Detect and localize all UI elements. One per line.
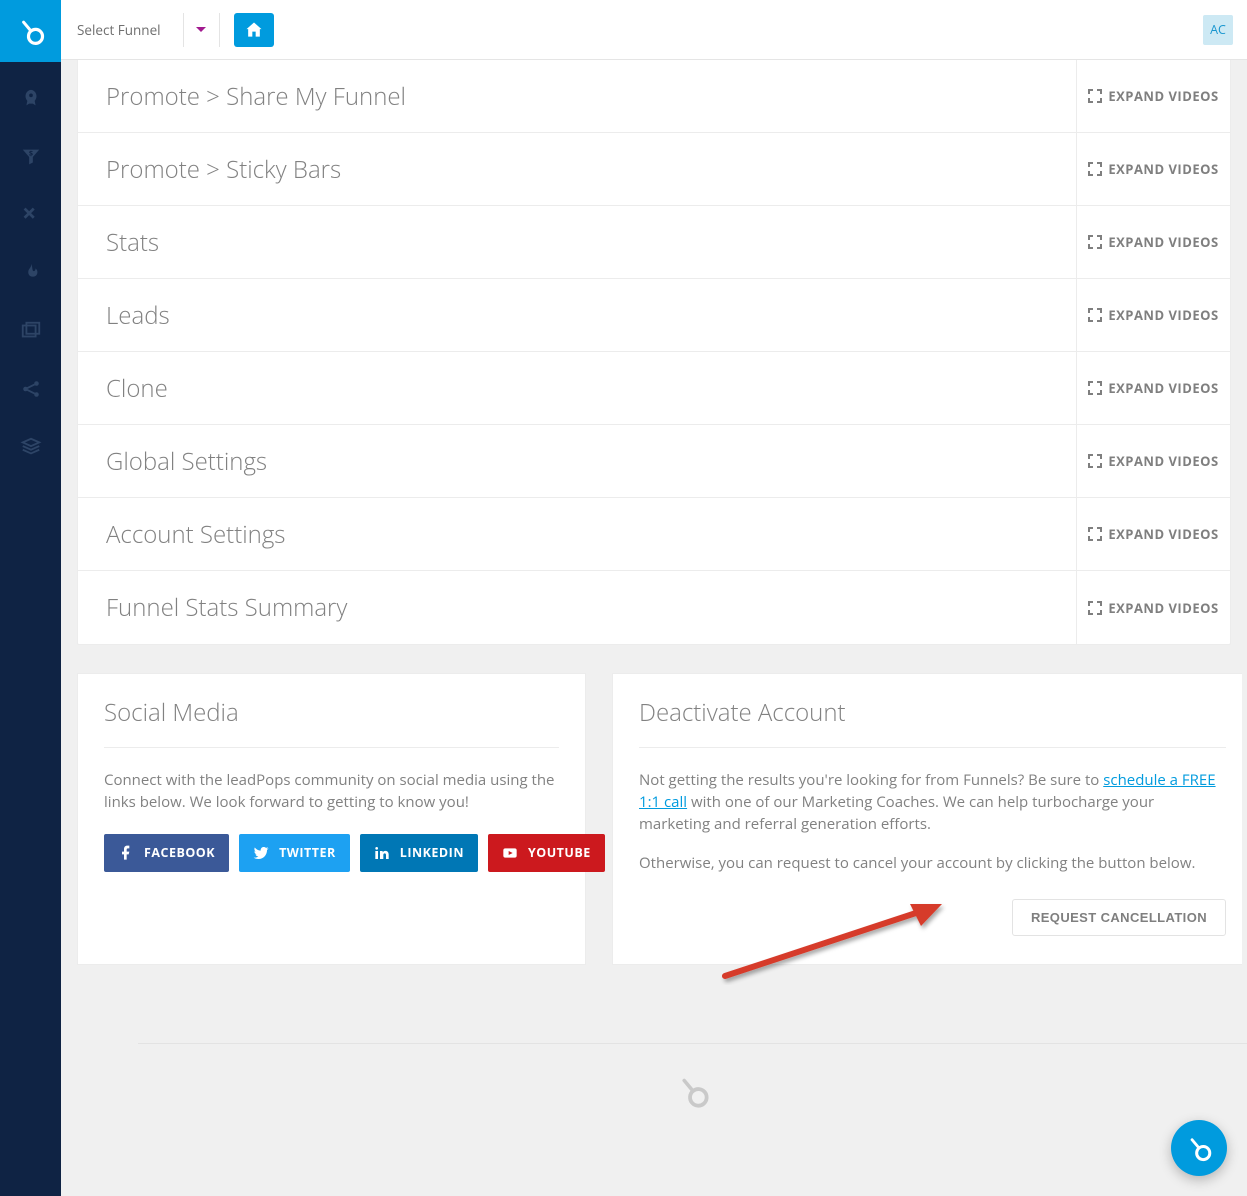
expand-label: EXPAND VIDEOS bbox=[1108, 160, 1218, 178]
expand-icon bbox=[1088, 527, 1102, 541]
home-button[interactable] bbox=[234, 13, 274, 47]
main-content: Promote > Share My Funnel EXPAND VIDEOS … bbox=[61, 60, 1247, 1196]
accordion-title[interactable]: Global Settings bbox=[78, 445, 1076, 478]
button-label: TWITTER bbox=[279, 844, 336, 861]
expand-videos-button[interactable]: EXPAND VIDEOS bbox=[1076, 133, 1230, 205]
expand-icon bbox=[1088, 381, 1102, 395]
card-body: Connect with the leadPops community on s… bbox=[104, 770, 559, 814]
expand-icon bbox=[1088, 454, 1102, 468]
layers-icon[interactable] bbox=[19, 435, 43, 459]
card-heading: Deactivate Account bbox=[639, 696, 1226, 748]
sidebar-nav: $ bbox=[19, 87, 43, 459]
expand-icon bbox=[1088, 89, 1102, 103]
accordion-row: Global Settings EXPAND VIDEOS bbox=[78, 425, 1230, 498]
card-paragraph-1: Not getting the results you're looking f… bbox=[639, 770, 1226, 835]
help-chat-fab[interactable] bbox=[1171, 1120, 1227, 1176]
accordion-row: Funnel Stats Summary EXPAND VIDEOS bbox=[78, 571, 1230, 644]
text-tail: with one of our Marketing Coaches. We ca… bbox=[639, 792, 1154, 834]
left-sidebar: $ bbox=[0, 0, 61, 1196]
twitter-button[interactable]: TWITTER bbox=[239, 834, 350, 872]
expand-icon bbox=[1088, 601, 1102, 615]
linkedin-icon bbox=[374, 845, 390, 861]
expand-videos-button[interactable]: EXPAND VIDEOS bbox=[1076, 498, 1230, 570]
home-icon bbox=[244, 20, 264, 40]
expand-icon bbox=[1088, 235, 1102, 249]
top-bar: Select Funnel AC bbox=[61, 0, 1247, 60]
card-paragraph-2: Otherwise, you can request to cancel you… bbox=[639, 853, 1226, 875]
text-lead: Not getting the results you're looking f… bbox=[639, 770, 1103, 790]
expand-videos-button[interactable]: EXPAND VIDEOS bbox=[1076, 206, 1230, 278]
footer-logo bbox=[674, 1072, 712, 1115]
rocket-icon[interactable] bbox=[19, 87, 43, 111]
expand-icon bbox=[1088, 308, 1102, 322]
windows-icon[interactable] bbox=[19, 319, 43, 343]
expand-label: EXPAND VIDEOS bbox=[1108, 233, 1218, 251]
button-label: FACEBOOK bbox=[144, 844, 215, 861]
button-label: LINKEDIN bbox=[400, 844, 464, 861]
puzzle-icon[interactable] bbox=[19, 203, 43, 227]
social-media-card: Social Media Connect with the leadPops c… bbox=[77, 673, 586, 965]
request-cancellation-button[interactable]: REQUEST CANCELLATION bbox=[1012, 899, 1226, 936]
accordion-title[interactable]: Leads bbox=[78, 299, 1076, 332]
twitter-icon bbox=[253, 845, 269, 861]
expand-icon bbox=[1088, 162, 1102, 176]
expand-label: EXPAND VIDEOS bbox=[1108, 87, 1218, 105]
video-accordion: Promote > Share My Funnel EXPAND VIDEOS … bbox=[77, 60, 1231, 645]
page-footer bbox=[138, 1043, 1247, 1143]
share-icon[interactable] bbox=[19, 377, 43, 401]
bottom-cards: Social Media Connect with the leadPops c… bbox=[77, 673, 1247, 965]
accordion-title[interactable]: Promote > Sticky Bars bbox=[78, 153, 1076, 186]
help-icon bbox=[1184, 1133, 1214, 1163]
expand-videos-button[interactable]: EXPAND VIDEOS bbox=[1076, 279, 1230, 351]
expand-label: EXPAND VIDEOS bbox=[1108, 379, 1218, 397]
expand-label: EXPAND VIDEOS bbox=[1108, 452, 1218, 470]
accordion-title[interactable]: Funnel Stats Summary bbox=[78, 591, 1076, 624]
accordion-row: Leads EXPAND VIDEOS bbox=[78, 279, 1230, 352]
expand-label: EXPAND VIDEOS bbox=[1108, 525, 1218, 543]
accordion-row: Clone EXPAND VIDEOS bbox=[78, 352, 1230, 425]
linkedin-button[interactable]: LINKEDIN bbox=[360, 834, 478, 872]
expand-videos-button[interactable]: EXPAND VIDEOS bbox=[1076, 571, 1230, 644]
select-funnel-label[interactable]: Select Funnel bbox=[75, 0, 183, 60]
brand-logo[interactable] bbox=[0, 0, 61, 62]
flame-icon[interactable] bbox=[19, 261, 43, 285]
facebook-icon bbox=[118, 845, 134, 861]
chevron-down-icon bbox=[195, 24, 207, 36]
accordion-row: Promote > Share My Funnel EXPAND VIDEOS bbox=[78, 60, 1230, 133]
deactivate-account-card: Deactivate Account Not getting the resul… bbox=[612, 673, 1242, 965]
facebook-button[interactable]: FACEBOOK bbox=[104, 834, 229, 872]
youtube-icon bbox=[502, 845, 518, 861]
social-buttons: FACEBOOK TWITTER LINKEDIN YOUTUBE bbox=[104, 834, 559, 872]
button-label: YOUTUBE bbox=[528, 844, 591, 861]
accordion-title[interactable]: Stats bbox=[78, 226, 1076, 259]
accordion-title[interactable]: Clone bbox=[78, 372, 1076, 405]
youtube-button[interactable]: YOUTUBE bbox=[488, 834, 605, 872]
accordion-row: Promote > Sticky Bars EXPAND VIDEOS bbox=[78, 133, 1230, 206]
accordion-title[interactable]: Account Settings bbox=[78, 518, 1076, 551]
svg-text:$: $ bbox=[28, 149, 32, 159]
divider bbox=[219, 13, 220, 47]
expand-label: EXPAND VIDEOS bbox=[1108, 599, 1218, 617]
expand-videos-button[interactable]: EXPAND VIDEOS bbox=[1076, 352, 1230, 424]
expand-label: EXPAND VIDEOS bbox=[1108, 306, 1218, 324]
funnel-icon[interactable]: $ bbox=[19, 145, 43, 169]
card-heading: Social Media bbox=[104, 696, 559, 748]
user-avatar[interactable]: AC bbox=[1203, 15, 1233, 45]
accordion-row: Stats EXPAND VIDEOS bbox=[78, 206, 1230, 279]
expand-videos-button[interactable]: EXPAND VIDEOS bbox=[1076, 60, 1230, 132]
expand-videos-button[interactable]: EXPAND VIDEOS bbox=[1076, 425, 1230, 497]
accordion-title[interactable]: Promote > Share My Funnel bbox=[78, 80, 1076, 113]
select-funnel-dropdown[interactable] bbox=[184, 0, 219, 60]
accordion-row: Account Settings EXPAND VIDEOS bbox=[78, 498, 1230, 571]
